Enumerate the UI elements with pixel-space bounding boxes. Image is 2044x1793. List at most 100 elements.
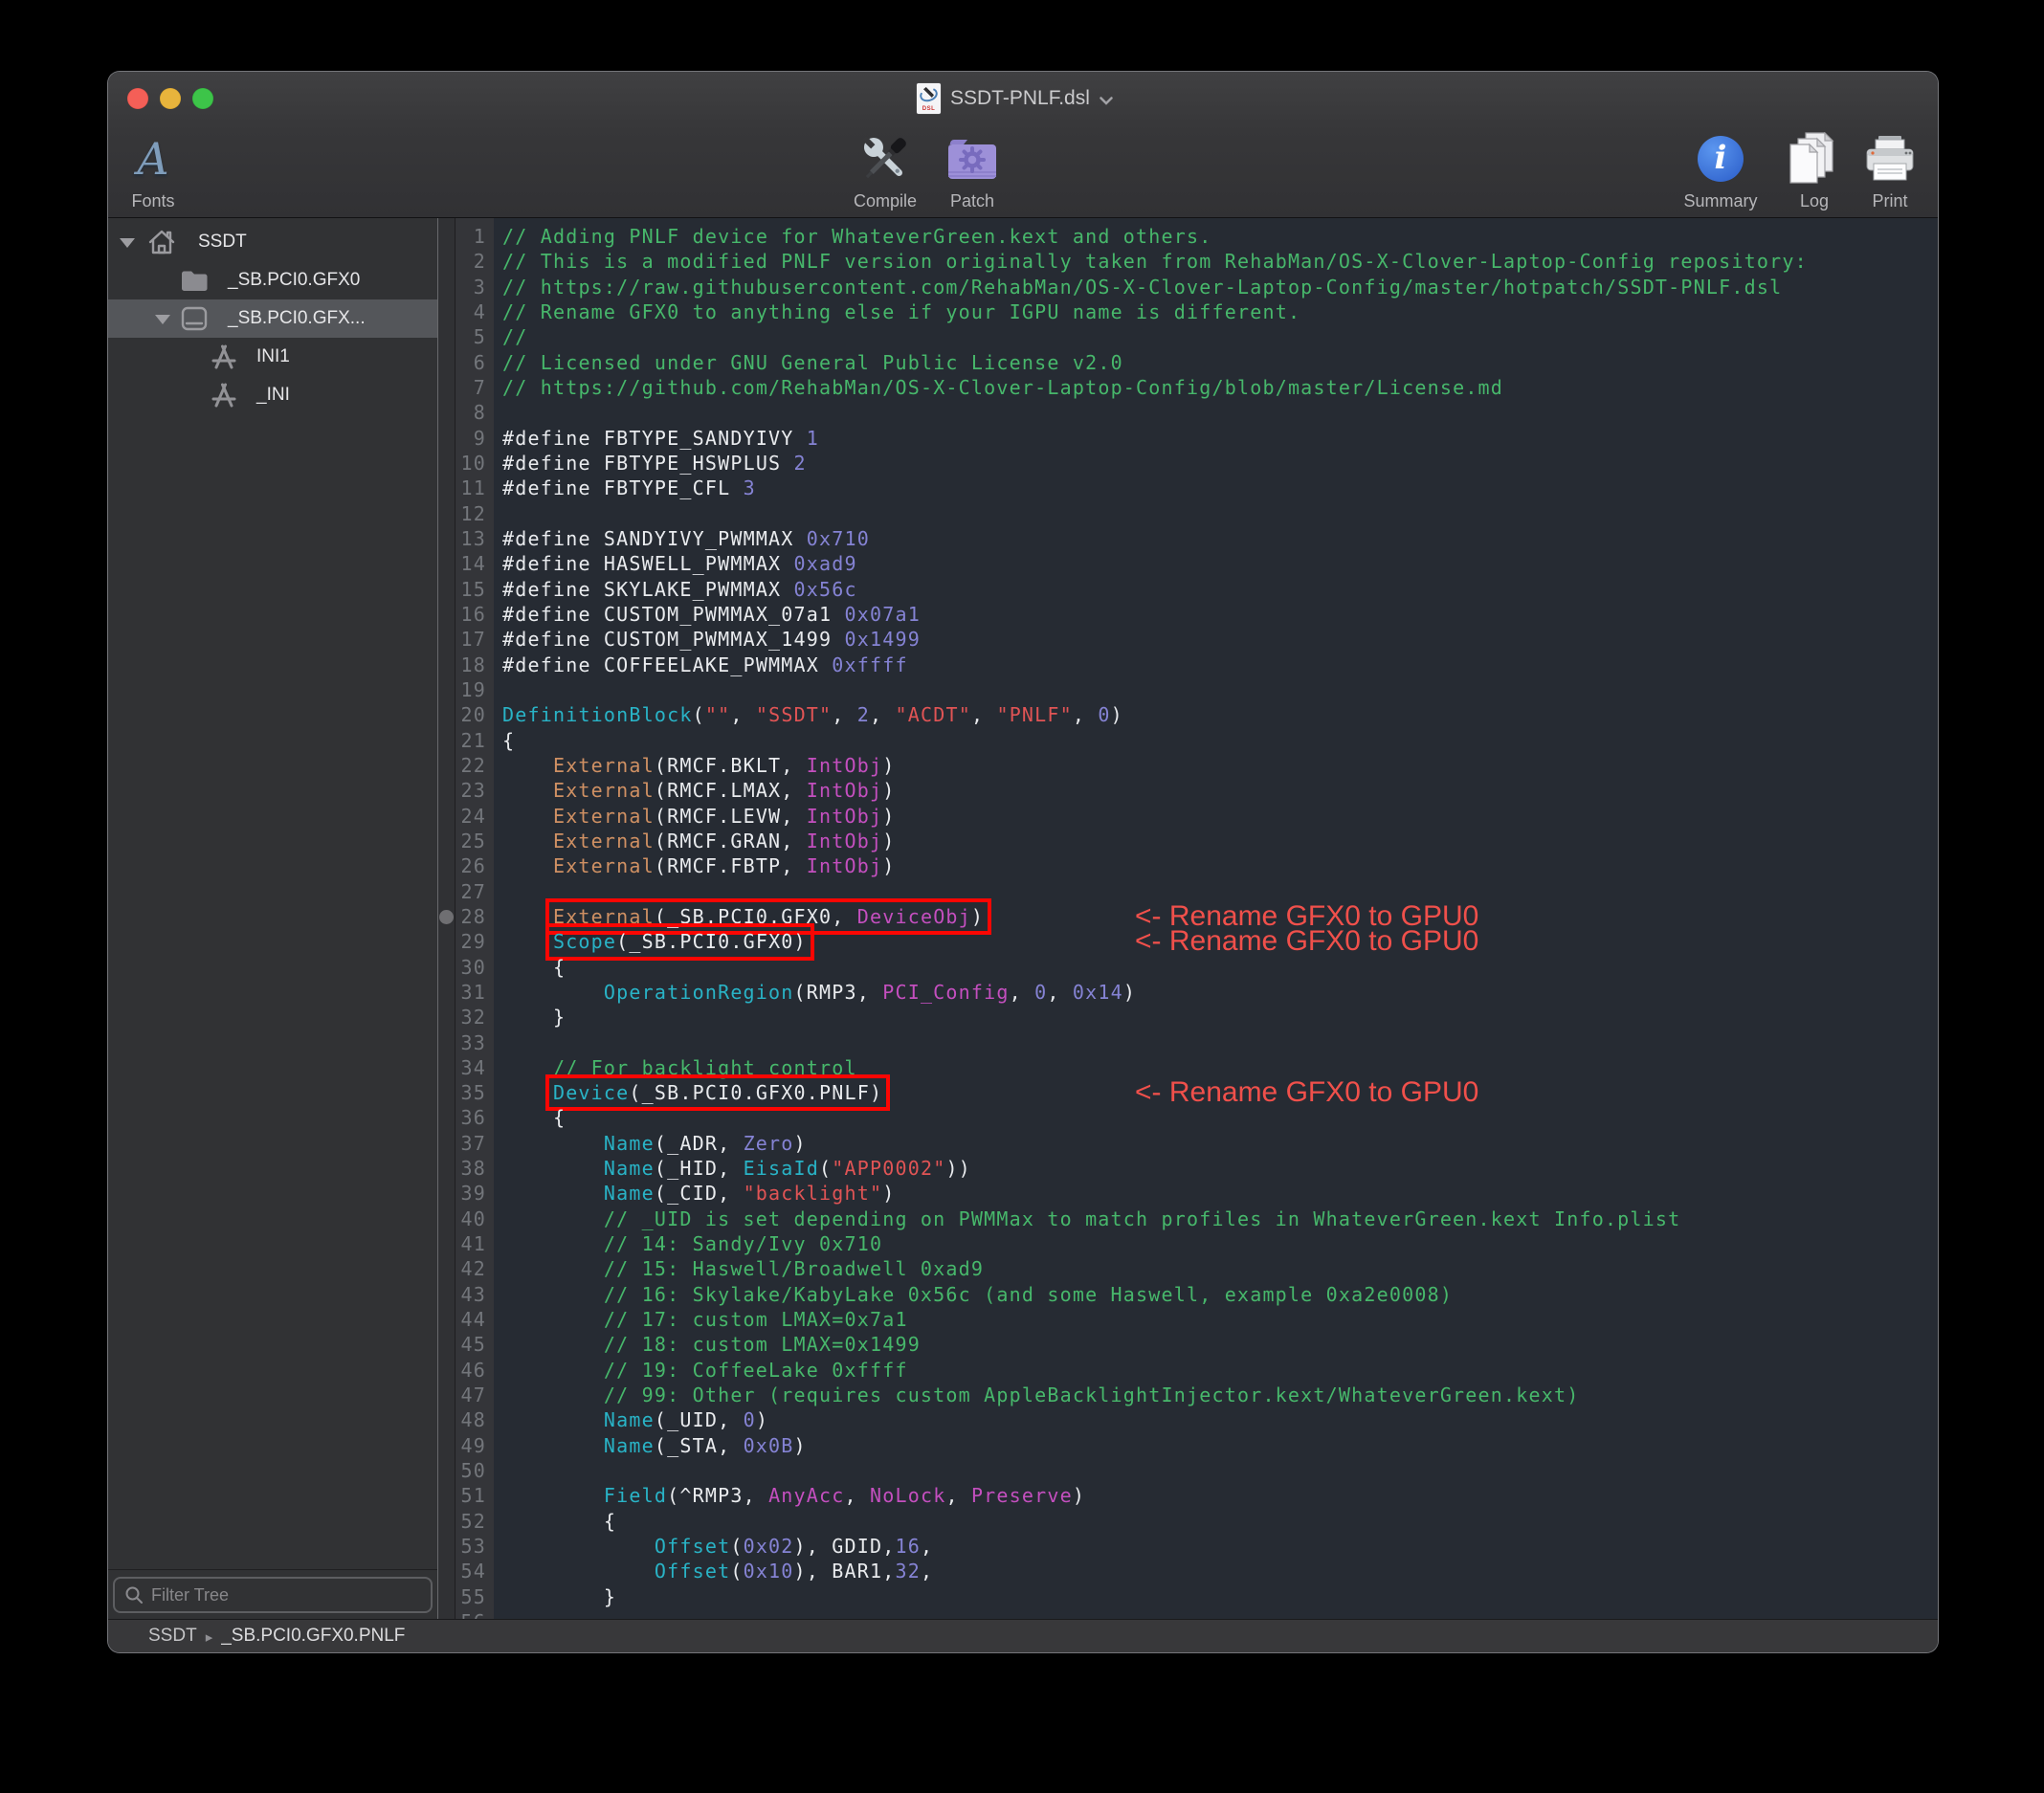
rename-annotation: <- Rename GFX0 to GPU0: [1135, 1080, 1478, 1105]
sidebar-item-sb-pci0-gfx0[interactable]: _SB.PCI0.GFX0: [108, 261, 437, 299]
line-number: 35: [438, 1080, 494, 1105]
disclosure-triangle-icon[interactable]: [155, 315, 170, 324]
line-number: 9: [438, 426, 494, 451]
code-line[interactable]: 2// This is a modified PNLF version orig…: [438, 249, 1938, 274]
patch-button[interactable]: Patch: [915, 128, 1030, 211]
code-line[interactable]: 10#define FBTYPE_HSWPLUS 2: [438, 451, 1938, 476]
code-line[interactable]: 26External(RMCF.FBTP, IntObj): [438, 853, 1938, 878]
tree-label: _SB.PCI0.GFX...: [228, 308, 366, 329]
code-line[interactable]: 25External(RMCF.GRAN, IntObj): [438, 829, 1938, 853]
code-line[interactable]: 38Name(_HID, EisaId("APP0002")): [438, 1156, 1938, 1181]
line-number: 10: [438, 451, 494, 476]
code-line[interactable]: 22External(RMCF.BKLT, IntObj): [438, 753, 1938, 778]
code-line[interactable]: 31OperationRegion(RMP3, PCI_Config, 0, 0…: [438, 980, 1938, 1005]
line-number: 25: [438, 829, 494, 853]
code-line[interactable]: 1// Adding PNLF device for WhateverGreen…: [438, 224, 1938, 249]
code-line[interactable]: 33: [438, 1030, 1938, 1055]
code-line[interactable]: 19: [438, 677, 1938, 702]
sidebar-item-ini[interactable]: _INI: [108, 376, 437, 414]
fonts-button[interactable]: A Fonts: [108, 128, 211, 211]
code-line[interactable]: 53Offset(0x02), GDID,16,: [438, 1534, 1938, 1559]
code-line[interactable]: 46// 19: CoffeeLake 0xffff: [438, 1358, 1938, 1383]
code-line[interactable]: 55}: [438, 1584, 1938, 1609]
close-button[interactable]: [127, 88, 148, 109]
code-line[interactable]: 14#define HASWELL_PWMMAX 0xad9: [438, 551, 1938, 576]
code-line[interactable]: 4// Rename GFX0 to anything else if your…: [438, 299, 1938, 324]
code-line[interactable]: 50: [438, 1458, 1938, 1483]
minimize-button[interactable]: [160, 88, 181, 109]
title-bar[interactable]: DSL SSDT-PNLF.dsl: [108, 72, 1938, 124]
code-line[interactable]: 47// 99: Other (requires custom AppleBac…: [438, 1383, 1938, 1407]
line-number: 12: [438, 501, 494, 526]
code-line[interactable]: 24External(RMCF.LEVW, IntObj): [438, 804, 1938, 829]
patch-folder-gear-icon: [944, 135, 1000, 183]
code-line[interactable]: 40// _UID is set depending on PWMMax to …: [438, 1206, 1938, 1231]
code-line[interactable]: 30{: [438, 955, 1938, 980]
document-proxy-icon[interactable]: DSL: [917, 83, 941, 114]
method-icon: [209, 342, 239, 372]
print-button[interactable]: Print: [1833, 128, 1938, 211]
tree-label: INI1: [256, 346, 290, 367]
code-line[interactable]: 5//: [438, 324, 1938, 349]
code-lines[interactable]: 1// Adding PNLF device for WhateverGreen…: [438, 224, 1938, 1619]
disclosure-triangle-icon[interactable]: [120, 238, 135, 248]
breadcrumb-path: _SB.PCI0.GFX0.PNLF: [221, 1626, 405, 1647]
main-area: SSDT _SB.PCI0.GFX0 _SB.PCI0.GFX...: [108, 218, 1938, 1619]
code-line[interactable]: 37Name(_ADR, Zero): [438, 1131, 1938, 1156]
code-line[interactable]: 32}: [438, 1005, 1938, 1029]
compile-label: Compile: [854, 191, 917, 211]
code-line[interactable]: 49Name(_STA, 0x0B): [438, 1433, 1938, 1458]
code-line[interactable]: 43// 16: Skylake/KabyLake 0x56c (and som…: [438, 1282, 1938, 1307]
code-line[interactable]: 16#define CUSTOM_PWMMAX_07a1 0x07a1: [438, 602, 1938, 627]
code-editor[interactable]: 1// Adding PNLF device for WhateverGreen…: [438, 218, 1938, 1619]
code-line[interactable]: 7// https://github.com/RehabMan/OS-X-Clo…: [438, 375, 1938, 400]
sidebar-item-sb-pci0-gfx-selected[interactable]: _SB.PCI0.GFX...: [108, 299, 437, 338]
line-number: 16: [438, 602, 494, 627]
code-line[interactable]: 36{: [438, 1105, 1938, 1130]
code-line[interactable]: 54Offset(0x10), BAR1,32,: [438, 1559, 1938, 1583]
line-number: 47: [438, 1383, 494, 1407]
line-number: 49: [438, 1433, 494, 1458]
code-line[interactable]: 15#define SKYLAKE_PWMMAX 0x56c: [438, 577, 1938, 602]
code-line[interactable]: 21{: [438, 728, 1938, 753]
code-line[interactable]: 23External(RMCF.LMAX, IntObj): [438, 778, 1938, 803]
code-line[interactable]: 45// 18: custom LMAX=0x1499: [438, 1332, 1938, 1357]
sidebar-item-ssdt[interactable]: SSDT: [108, 223, 437, 261]
code-line[interactable]: 48Name(_UID, 0): [438, 1407, 1938, 1432]
line-number: 5: [438, 324, 494, 349]
code-line[interactable]: 44// 17: custom LMAX=0x7a1: [438, 1307, 1938, 1332]
code-line[interactable]: 52{: [438, 1509, 1938, 1534]
line-number: 2: [438, 249, 494, 274]
filter-field[interactable]: [113, 1577, 433, 1613]
code-line[interactable]: 17#define CUSTOM_PWMMAX_1499 0x1499: [438, 627, 1938, 652]
doc-swirl-decoration: [918, 85, 939, 103]
code-line[interactable]: 12: [438, 501, 1938, 526]
chevron-down-icon[interactable]: [1100, 97, 1113, 105]
code-line[interactable]: 11#define FBTYPE_CFL 3: [438, 476, 1938, 500]
line-number: 45: [438, 1332, 494, 1357]
code-line[interactable]: 41// 14: Sandy/Ivy 0x710: [438, 1231, 1938, 1256]
code-line[interactable]: 39Name(_CID, "backlight"): [438, 1181, 1938, 1206]
sidebar-item-ini1[interactable]: INI1: [108, 338, 437, 376]
code-line[interactable]: 8: [438, 400, 1938, 425]
code-line[interactable]: 29Scope(_SB.PCI0.GFX0)<- Rename GFX0 to …: [438, 929, 1938, 954]
code-line[interactable]: 9#define FBTYPE_SANDYIVY 1: [438, 426, 1938, 451]
title-group[interactable]: DSL SSDT-PNLF.dsl: [917, 79, 1113, 118]
code-line[interactable]: 35Device(_SB.PCI0.GFX0.PNLF)<- Rename GF…: [438, 1080, 1938, 1105]
line-number: 31: [438, 980, 494, 1005]
code-line[interactable]: 20DefinitionBlock("", "SSDT", 2, "ACDT",…: [438, 702, 1938, 727]
code-line[interactable]: 56: [438, 1609, 1938, 1619]
tree-label: SSDT: [198, 232, 247, 253]
code-line[interactable]: 6// Licensed under GNU General Public Li…: [438, 350, 1938, 375]
zoom-button[interactable]: [192, 88, 213, 109]
code-line[interactable]: 51Field(^RMP3, AnyAcc, NoLock, Preserve): [438, 1483, 1938, 1508]
code-line[interactable]: 42// 15: Haswell/Broadwell 0xad9: [438, 1256, 1938, 1281]
line-number: 46: [438, 1358, 494, 1383]
code-line[interactable]: 3// https://raw.githubusercontent.com/Re…: [438, 275, 1938, 299]
filter-tree-input[interactable]: [151, 1585, 421, 1605]
line-number: 26: [438, 853, 494, 878]
code-line[interactable]: 18#define COFFEELAKE_PWMMAX 0xffff: [438, 653, 1938, 677]
line-number: 27: [438, 879, 494, 904]
device-icon: [179, 303, 210, 334]
code-line[interactable]: 13#define SANDYIVY_PWMMAX 0x710: [438, 526, 1938, 551]
